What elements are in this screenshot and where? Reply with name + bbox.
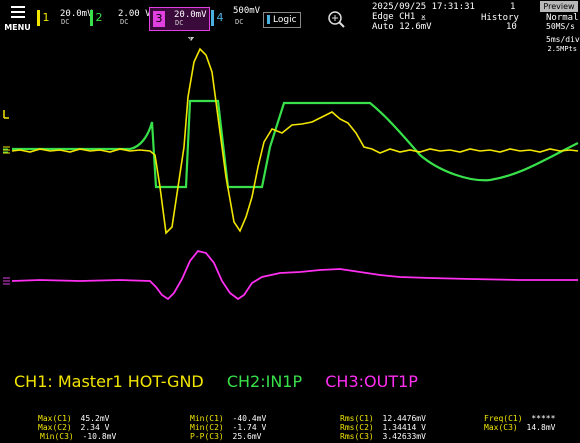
measurement-label: Freq(C1): [484, 414, 523, 423]
channel-4-scale: 500mV: [233, 6, 261, 16]
channel-1-button[interactable]: 1 20.0mV DC: [37, 7, 93, 29]
measurement-item: Rms(C1) 12.4476mV: [340, 414, 426, 423]
measurement-item: Rms(C3) 3.42633mV: [340, 432, 426, 441]
logic-button[interactable]: Logic: [263, 12, 301, 28]
datetime: 2025/09/25 17:31:31: [372, 2, 475, 12]
measurement-label: Min(C1): [190, 414, 224, 423]
zoom-icon: [328, 11, 345, 28]
channel-2-coupling: DC: [120, 18, 129, 26]
memory-depth: 50MS/s: [546, 22, 575, 31]
channel-3-waveform: [11, 249, 578, 301]
trigger-position-marker[interactable]: T: [187, 34, 195, 42]
channel-1-coupling: DC: [61, 18, 70, 26]
channel-4-coupling: DC: [235, 18, 244, 26]
measurement-item: Max(C3) 14.8mV: [484, 423, 555, 432]
svg-text:T: T: [187, 37, 193, 42]
measurement-value: 2.34 V: [80, 423, 110, 432]
measurement-label: Rms(C1): [340, 414, 374, 423]
measurement-label: Max(C3): [484, 423, 518, 432]
measurement-value: -1.74 V: [232, 423, 267, 432]
channel-caption: CH1: Master1 HOT-GND CH2:IN1P CH3:OUT1P: [14, 372, 436, 391]
measurement-label: Min(C3): [40, 432, 74, 441]
hamburger-icon: [11, 6, 25, 21]
measurement-label: Max(C2): [38, 423, 72, 432]
channel-3-number: 3: [153, 11, 165, 27]
zoom-button[interactable]: [324, 8, 348, 30]
measurement-item: P-P(C3) 25.6mV: [190, 432, 261, 441]
caption-ch2: CH2:IN1P: [226, 372, 303, 391]
measurement-value: 25.6mV: [232, 432, 262, 441]
measurement-item: Max(C2) 2.34 V: [38, 423, 109, 432]
waveform-display[interactable]: T: [0, 34, 580, 367]
page-number: 1: [510, 2, 516, 12]
channel-1-number: 1: [37, 10, 52, 26]
measurement-value: *****: [531, 414, 556, 423]
measurement-item: Max(C1) 45.2mV: [38, 414, 109, 423]
measurement-label: P-P(C3): [190, 432, 224, 441]
measurement-label: Min(C2): [190, 423, 224, 432]
measurement-value: 3.42633mV: [382, 432, 426, 441]
measurement-value: 14.8mV: [526, 423, 556, 432]
measurement-label: Max(C1): [38, 414, 72, 423]
measurement-value: 1.34414 V: [382, 423, 426, 432]
channel-3-ground-marker[interactable]: [3, 277, 10, 285]
channel-3-button[interactable]: 3 20.0mV DC: [149, 7, 210, 31]
measurement-label: Rms(C2): [340, 423, 374, 432]
channel-3-coupling: DC: [175, 19, 184, 27]
channel-4-button[interactable]: 4 500mV DC: [211, 6, 261, 29]
measurement-label: Rms(C3): [340, 432, 374, 441]
channel-1-waveform: [11, 47, 579, 235]
channel-2-waveform: [12, 99, 579, 189]
measurement-item: Freq(C1) *****: [484, 414, 555, 423]
measurement-item: Min(C3) -10.8mV: [40, 432, 116, 441]
top-toolbar: MENU 1 20.0mV DC 2 2.00 V DC 3 20.0mV DC…: [0, 0, 580, 53]
caption-ch1: CH1: Master1 HOT-GND: [14, 372, 204, 391]
channel-4-number: 4: [211, 10, 226, 26]
measurement-item: Rms(C2) 1.34414 V: [340, 423, 426, 432]
history-value: 10: [506, 22, 517, 32]
caption-ch3: CH3:OUT1P: [325, 372, 418, 391]
menu-label: MENU: [4, 23, 31, 32]
measurement-panel[interactable]: Max(C1) 45.2mV Max(C2) 2.34 V Min(C3) -1…: [0, 408, 580, 443]
trigger-type[interactable]: Edge CH1 ⨱: [372, 12, 426, 22]
measurement-value: 45.2mV: [80, 414, 110, 423]
measurement-value: -40.4mV: [232, 414, 267, 423]
measurement-item: Min(C2) -1.74 V: [190, 423, 266, 432]
measurement-value: 12.4476mV: [382, 414, 426, 423]
waveform-canvas: T: [3, 34, 579, 301]
trigger-level-marker[interactable]: [3, 110, 9, 119]
preview-button[interactable]: Preview: [540, 1, 578, 12]
measurement-value: -10.8mV: [82, 432, 117, 441]
channel-2-number: 2: [90, 10, 105, 26]
channel-2-button[interactable]: 2 2.00 V DC: [90, 7, 151, 29]
menu-button[interactable]: MENU: [1, 1, 34, 34]
trigger-mode[interactable]: Auto 12.6mV: [372, 22, 432, 32]
measurement-item: Min(C1) -40.4mV: [190, 414, 266, 423]
